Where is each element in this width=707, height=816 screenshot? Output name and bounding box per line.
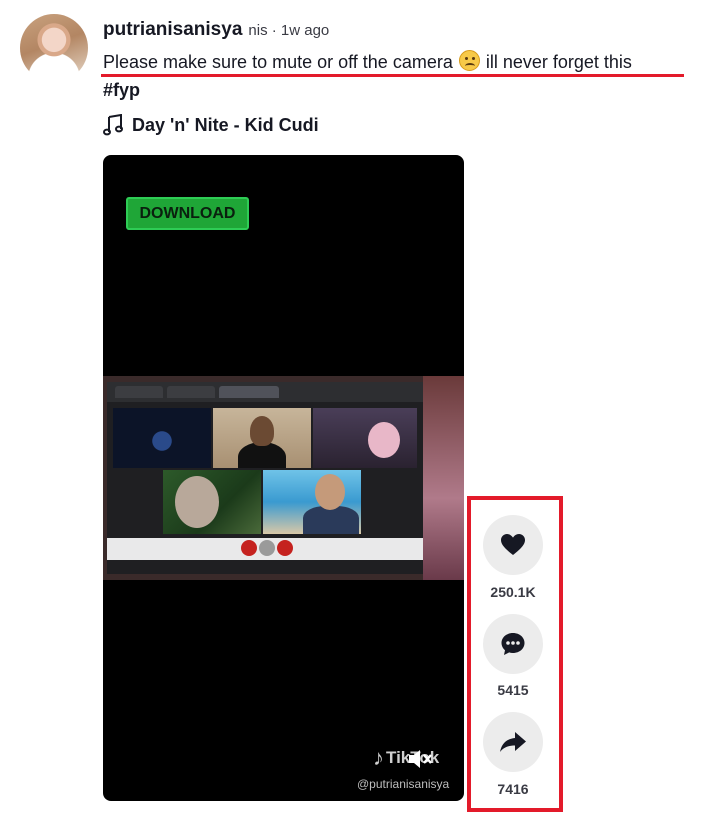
video-player[interactable]: DOWNLOAD ♪TikTok @putrianisanisya: [103, 155, 464, 801]
comment-icon: [501, 633, 525, 655]
participant-tile-teacher: [213, 408, 311, 468]
author-row: putrianisanisya nis · 1w ago: [103, 19, 329, 45]
disappointed-face-emoji-icon: [458, 50, 480, 71]
muted-speaker-icon[interactable]: [407, 747, 433, 771]
caption-highlight-underline: [101, 74, 684, 77]
like-button[interactable]: [483, 515, 543, 575]
download-button[interactable]: DOWNLOAD: [126, 197, 249, 230]
participant-tile-4: [163, 470, 261, 534]
post-meta: nis · 1w ago: [248, 22, 330, 39]
music-link[interactable]: Day 'n' Nite - Kid Cudi: [103, 113, 319, 137]
heart-icon: [501, 534, 525, 555]
comment-count: 5415: [497, 682, 529, 698]
music-title: Day 'n' Nite - Kid Cudi: [132, 114, 319, 135]
browser-tab-bar: [107, 382, 423, 402]
meeting-screen: [107, 382, 423, 574]
author-avatar[interactable]: [20, 14, 88, 82]
post-caption: Please make sure to mute or off the came…: [103, 50, 632, 74]
hashtag-link[interactable]: #fyp: [103, 78, 140, 102]
share-count: 7416: [497, 781, 529, 797]
music-note-icon: [103, 114, 123, 136]
watermark-handle: @putrianisanisya: [357, 777, 450, 791]
participant-tile-logo: [113, 408, 211, 468]
participant-tile-3: [313, 408, 417, 468]
comment-button[interactable]: [483, 614, 543, 674]
like-count: 250.1K: [490, 584, 536, 600]
caption-text-start: Please make sure to mute or off the came…: [103, 52, 458, 72]
share-arrow-icon: [500, 732, 526, 752]
author-username[interactable]: putrianisanisya: [103, 19, 242, 41]
video-frame-meeting: [103, 376, 464, 580]
participant-tile-5: [263, 470, 361, 534]
background-wall: [423, 376, 464, 580]
caption-text-end: ill never forget this: [480, 52, 632, 72]
meeting-controls-bar: [107, 538, 423, 560]
share-button[interactable]: [483, 712, 543, 772]
